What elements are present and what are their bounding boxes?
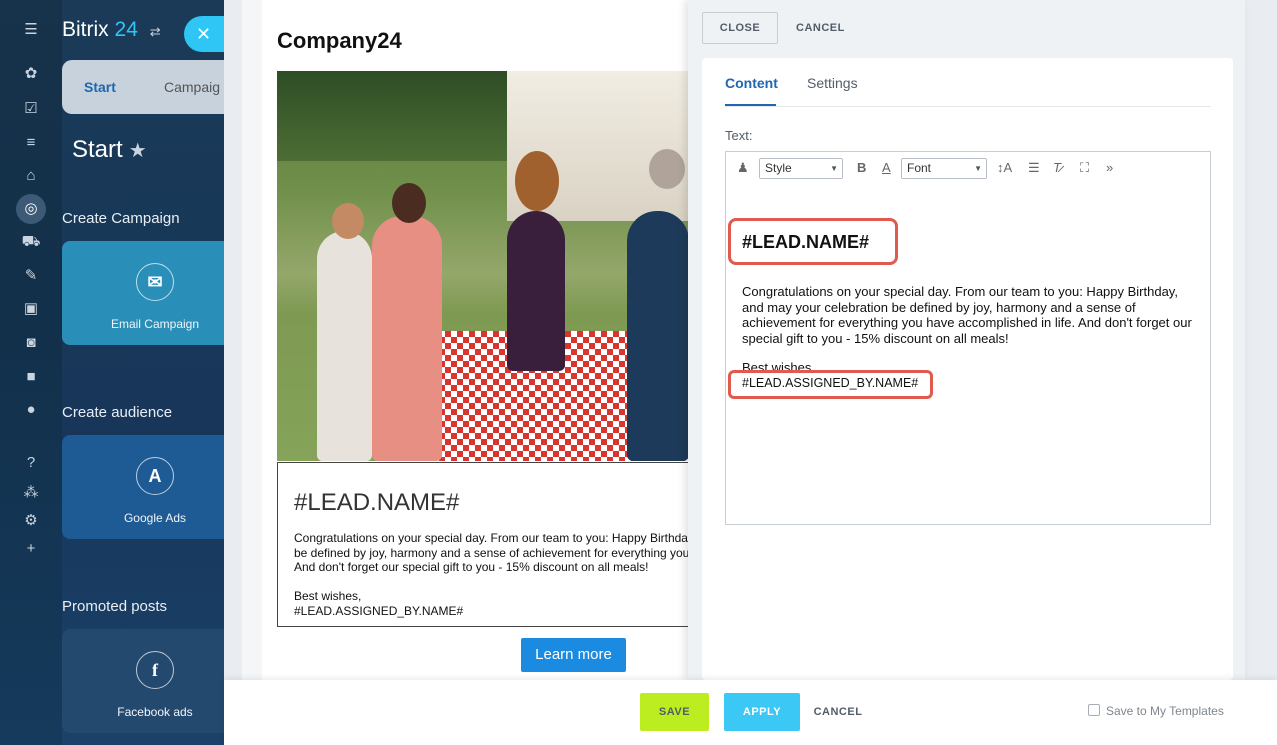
email-heading: #LEAD.NAME# [294,489,460,516]
fullscreen-icon[interactable]: ⛶ [1080,160,1089,176]
format-painter-icon[interactable]: ♟ [737,160,749,176]
close-slider-button[interactable]: ✕ [184,16,224,52]
apply-button[interactable]: APPLY [724,693,800,731]
save-button[interactable]: SAVE [640,693,709,731]
cancel-button-top[interactable]: CANCEL [796,22,845,34]
tab-campaigns[interactable]: Campaig [164,79,220,95]
crm-tabs: Start Campaig [62,60,224,114]
email-icon: ✉ [136,263,174,301]
cancel-button[interactable]: CANCEL [812,693,864,731]
font-select[interactable]: Font ▼ [901,158,987,179]
page-title: Start ★ [72,136,147,163]
style-select[interactable]: Style ▼ [759,158,843,179]
activity-icon[interactable]: ✿ [20,63,42,85]
section-promoted-posts: Promoted posts [62,598,168,615]
switch-icon[interactable]: ⇄ [150,24,161,39]
chevron-down-icon: ▼ [974,164,982,173]
plus-icon[interactable]: + [20,538,42,560]
text-color-icon[interactable]: A [882,160,891,175]
editor-heading: #LEAD.NAME# [742,232,870,252]
tab-content[interactable]: Content [725,75,778,91]
help-icon[interactable]: ? [20,452,42,474]
save-template-checkbox[interactable] [1088,704,1100,716]
email-body: Congratulations on your special day. Fro… [294,531,689,574]
filter-icon[interactable]: ≡ [20,132,42,154]
section-create-audience: Create audience [62,404,173,421]
editor-signature: #LEAD.ASSIGNED_BY.NAME# [742,376,919,390]
email-company-name: Company24 [277,28,402,53]
pen-icon[interactable]: ✎ [20,265,42,287]
check-circle-icon[interactable]: ● [20,399,42,421]
marketing-panel: Bitrix 24 ⇄ ✕ Start Campaig Start ★ Creat… [62,0,224,745]
clear-format-icon[interactable]: T̷ [1053,160,1061,175]
rich-text-editor[interactable]: ♟ Style ▼ B A Font ▼ ↕A ☰ T̷ ⛶ » #LEAD.NAM… [725,151,1211,525]
google-ads-icon: A [136,457,174,495]
sitemap-icon[interactable]: ⁂ [20,482,42,504]
font-size-icon[interactable]: ↕A [997,160,1012,175]
marketing-icon[interactable]: ◎ [16,194,46,224]
building-icon[interactable]: ⌂ [20,165,42,187]
more-icon[interactable]: » [1106,160,1113,175]
close-button[interactable]: CLOSE [702,12,778,44]
tab-settings[interactable]: Settings [807,75,858,91]
learn-more-button[interactable]: Learn more [521,638,626,672]
save-template-option[interactable]: Save to My Templates [1088,704,1224,718]
star-icon[interactable]: ★ [129,140,147,162]
tab-start[interactable]: Start [84,79,116,95]
gear-icon[interactable]: ⚙ [20,510,42,532]
email-message-box: #LEAD.NAME# Congratulations on your spec… [277,462,689,627]
editor-body: Congratulations on your special day. Fro… [742,284,1192,346]
bold-icon[interactable]: B [857,160,866,175]
robot-icon[interactable]: ◙ [20,332,42,354]
align-icon[interactable]: ☰ [1028,160,1040,176]
section-create-campaign: Create Campaign [62,210,180,227]
email-signoff: Best wishes, #LEAD.ASSIGNED_BY.NAME# [294,589,464,618]
chevron-down-icon: ▼ [830,164,838,173]
editor-toolbar: ♟ Style ▼ B A Font ▼ ↕A ☰ T̷ ⛶ » [726,152,1210,186]
party-photo [277,71,689,461]
menu-icon[interactable]: ☰ [20,19,42,41]
facebook-ads-tile[interactable]: f Facebook ads [62,629,224,733]
email-campaign-tile[interactable]: ✉ Email Campaign [62,241,224,345]
google-ads-tile[interactable]: A Google Ads [62,435,224,539]
cart-icon[interactable]: ⛟ [20,231,42,253]
text-field-label: Text: [725,128,753,143]
left-nav: ☰ ✿ ☑ ≡ ⌂ ◎ ⛟ ✎ ▣ ◙ ■ ● ? ⁂ ⚙ + [0,0,62,745]
box-icon[interactable]: ■ [20,366,42,388]
tasks-icon[interactable]: ☑ [20,98,42,120]
contact-card-icon[interactable]: ▣ [20,298,42,320]
facebook-icon: f [136,651,174,689]
brand-logo: Bitrix 24 ⇄ [62,18,161,41]
